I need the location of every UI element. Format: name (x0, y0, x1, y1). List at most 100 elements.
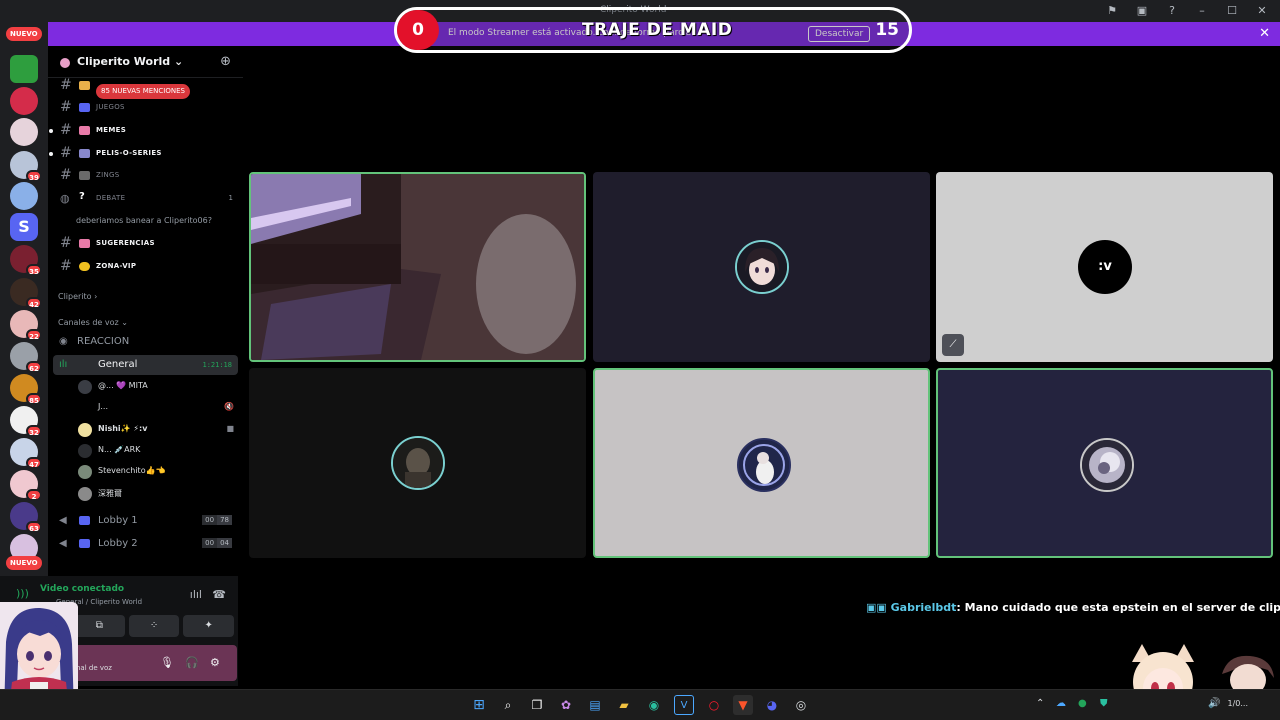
count-current: 00 (202, 538, 218, 548)
soundboard-button[interactable]: ✦ (183, 615, 235, 637)
start-menu-icon[interactable]: ⊞ (469, 695, 489, 715)
shield-tray-icon[interactable]: ⛊ (1100, 698, 1108, 709)
avatar (78, 487, 92, 501)
channel-juegos[interactable]: # JUEGOS (48, 98, 243, 118)
server-icon[interactable]: 35 (10, 245, 42, 276)
mention-badge: 22 (26, 329, 42, 341)
obs-app-icon[interactable]: ◎ (791, 695, 811, 715)
window-controls: ⚑ ▣ ? – ☐ ✕ (1102, 2, 1272, 20)
noise-suppression-icon[interactable]: ılıl (190, 588, 202, 601)
vegas-app-icon[interactable]: V (674, 695, 694, 715)
video-tile-text-avatar[interactable]: :v ⟋ (936, 172, 1273, 362)
voice-channel-general[interactable]: ılı General 1:21:18 (53, 355, 238, 375)
screen-icon[interactable]: ▣ (1132, 2, 1152, 20)
server-icon[interactable]: 22 (10, 310, 42, 341)
video-tile-camera[interactable] (249, 172, 586, 362)
voice-channel-caption: nal de voz (76, 664, 112, 672)
channel-debate[interactable]: ◍ ? DEBATE 1 (48, 189, 243, 209)
category-voice[interactable]: Canales de voz ⌄ (58, 318, 128, 327)
voice-action-buttons: ⧉ ⁘ ✦ (74, 615, 235, 637)
chat-text: : Mano cuidado que esta epstein en el se… (956, 601, 1280, 614)
minimize-button[interactable]: – (1192, 2, 1212, 20)
new-mentions-pill[interactable]: 85 NUEVAS MENCIONES (96, 84, 190, 99)
voice-member[interactable]: N... 💉ARK (78, 442, 238, 460)
server-icon[interactable] (10, 87, 38, 115)
debate-thread[interactable]: deberiamos banear a Cliperito06? (76, 216, 212, 225)
maximize-button[interactable]: ☐ (1222, 2, 1242, 20)
screen-share-button[interactable]: ⧉ (74, 615, 125, 637)
sun-icon (79, 262, 90, 271)
status-dot-icon[interactable]: ● (1078, 698, 1087, 709)
channel-label: ZINGS (96, 171, 120, 179)
video-tile-glow-avatar[interactable] (936, 368, 1273, 558)
server-icon[interactable]: 63 (10, 502, 42, 533)
server-icon[interactable] (10, 118, 38, 146)
channel-memes[interactable]: # MEMES (48, 121, 243, 141)
voice-member[interactable]: 深雅爾 (78, 485, 238, 503)
add-member-icon[interactable]: ⊕ (220, 54, 231, 69)
channel-emoji-icon (79, 126, 90, 135)
server-icon[interactable] (10, 182, 38, 210)
headphone-figure-avatar (739, 440, 789, 490)
voice-member[interactable]: Nishi✨ ⚡:v ■ (78, 421, 238, 439)
voice-member[interactable]: Stevenchito👍👈 (78, 463, 238, 481)
server-icon[interactable]: S (10, 213, 38, 241)
voice-channel-label: General (98, 359, 138, 370)
help-icon[interactable]: ? (1162, 2, 1182, 20)
server-icon[interactable]: 32 (10, 406, 42, 437)
voice-member[interactable]: J... 🔇 (78, 399, 238, 417)
activities-button[interactable]: ⁘ (128, 615, 180, 637)
task-view-icon[interactable]: ❐ (527, 695, 547, 715)
channel-zings[interactable]: # ZINGS (48, 166, 243, 186)
disconnect-icon[interactable]: ☎ (212, 588, 226, 601)
opera-browser-icon[interactable]: ○ (704, 695, 724, 715)
channel-sugerencias[interactable]: # SUGERENCIAS (48, 234, 243, 254)
video-tile-dark-avatar[interactable] (249, 368, 586, 558)
nuevo-badge-top[interactable]: NUEVO (6, 27, 42, 41)
glow-orb-avatar (1082, 440, 1132, 490)
voice-member[interactable]: @... 💜 MITA (78, 378, 238, 396)
server-header[interactable]: Cliperito World ⌄ ⊕ (48, 46, 243, 78)
server-icon[interactable]: 2 (10, 470, 42, 501)
broadcast-icon: ◉ (59, 336, 68, 347)
volume-icon[interactable]: 🔊 (1208, 698, 1220, 709)
server-icon[interactable] (10, 55, 38, 83)
file-explorer-icon[interactable]: ▰ (614, 695, 634, 715)
channel-label: PELIS-O-SERIES (96, 149, 162, 157)
server-icon[interactable]: 47 (10, 438, 42, 469)
video-tile-circle-avatar[interactable] (593, 368, 930, 558)
channel-zona-vip[interactable]: # ZONA-VIP (48, 257, 243, 277)
muted-mic-icon: ⟋ (942, 334, 964, 356)
voice-channel-lobby1[interactable]: ◀ Lobby 1 00 78 (53, 511, 238, 531)
headphones-icon[interactable]: 🎧 (185, 656, 199, 669)
video-tile-anime-avatar[interactable] (593, 172, 930, 362)
inbox-flag-icon[interactable]: ⚑ (1102, 2, 1122, 20)
count-limit: 04 (217, 538, 232, 548)
settings-gear-icon[interactable]: ⚙ (210, 656, 220, 669)
search-icon[interactable]: ⌕ (498, 695, 518, 715)
voice-channel-lobby2[interactable]: ◀ Lobby 2 00 04 (53, 534, 238, 554)
server-icon[interactable]: 85 (10, 374, 42, 405)
server-icon[interactable]: 42 (10, 278, 42, 309)
discord-app-icon[interactable]: ◕ (762, 695, 782, 715)
hash-icon: # (60, 122, 72, 138)
cloud-icon[interactable]: ☁ (1056, 698, 1066, 709)
hash-icon: # (60, 77, 72, 93)
tray-overflow-icon[interactable]: ⌃ (1036, 698, 1044, 709)
copilot-icon[interactable]: ✿ (556, 695, 576, 715)
store-icon[interactable]: ▤ (585, 695, 605, 715)
close-window-button[interactable]: ✕ (1252, 2, 1272, 20)
voice-channel-reaccion[interactable]: ◉ REACCION (53, 332, 238, 352)
category-cliperito[interactable]: Cliperito › (58, 292, 97, 301)
system-clock[interactable]: 1/0... (1227, 699, 1248, 708)
microphone-icon[interactable]: 🎙 (160, 656, 174, 669)
unread-dot (49, 129, 53, 133)
server-icon[interactable]: 62 (10, 342, 42, 373)
server-icon[interactable]: 39 (10, 151, 42, 182)
edge-browser-icon[interactable]: ◉ (644, 695, 664, 715)
banner-close-icon[interactable]: ✕ (1259, 26, 1270, 41)
nuevo-badge-bottom[interactable]: NUEVO (6, 556, 42, 570)
gamepad-icon (79, 516, 90, 525)
channel-pelis[interactable]: # PELIS-O-SERIES (48, 144, 243, 164)
brave-browser-icon[interactable]: ▼ (733, 695, 753, 715)
